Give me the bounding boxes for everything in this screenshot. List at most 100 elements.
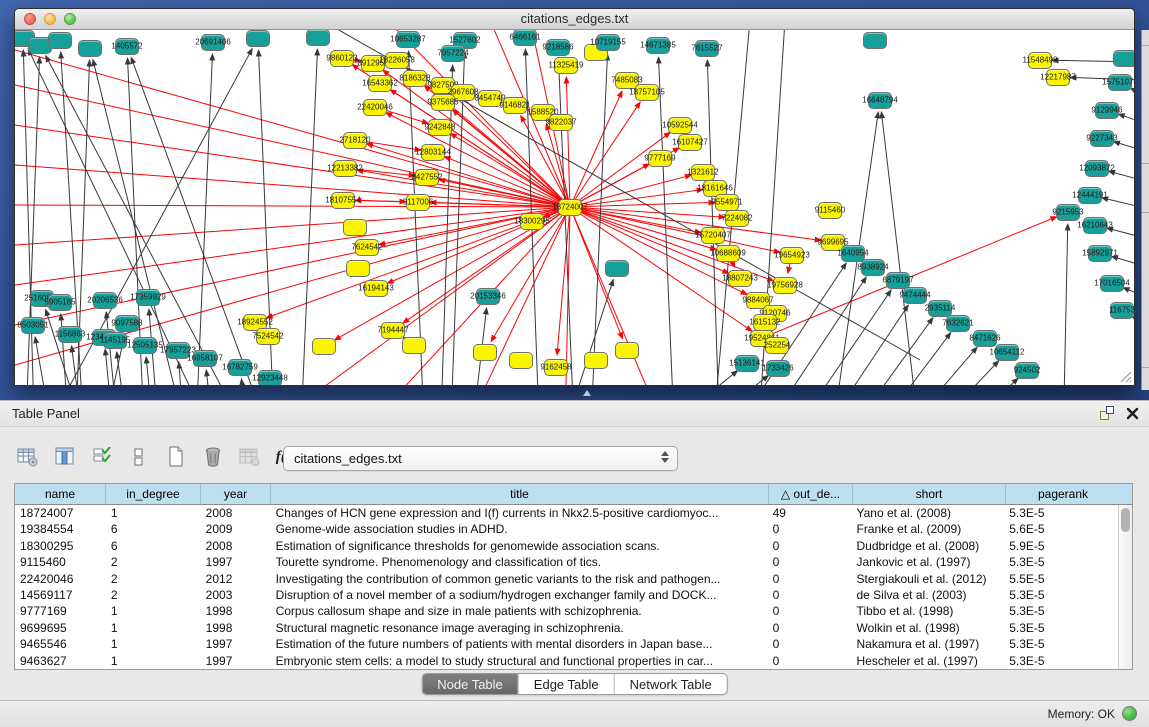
- table-cell[interactable]: 5.9E-5: [1004, 538, 1118, 554]
- network-edge[interactable]: [627, 371, 738, 385]
- network-node[interactable]: [544, 359, 568, 376]
- network-node[interactable]: [396, 31, 420, 48]
- network-node[interactable]: [1100, 275, 1124, 292]
- table-cell[interactable]: 2008: [201, 505, 271, 521]
- network-edge[interactable]: [570, 164, 649, 207]
- table-cell[interactable]: 6: [106, 521, 201, 537]
- network-edge[interactable]: [241, 379, 250, 385]
- network-edge[interactable]: [1102, 198, 1134, 207]
- table-cell[interactable]: Yano et al. (2008): [851, 505, 1004, 521]
- network-node[interactable]: [780, 247, 804, 264]
- table-cell[interactable]: 2: [106, 571, 201, 587]
- network-edge[interactable]: [1109, 171, 1134, 180]
- table-scrollbar[interactable]: [1118, 505, 1132, 669]
- table-cell[interactable]: 5.3E-5: [1004, 636, 1118, 652]
- network-node[interactable]: [333, 160, 357, 177]
- network-node[interactable]: [381, 322, 405, 339]
- table-selector-dropdown[interactable]: citations_edges.txt: [283, 446, 678, 471]
- table-cell[interactable]: 2008: [201, 538, 271, 554]
- table-cell[interactable]: 0: [768, 620, 852, 636]
- network-node[interactable]: [1088, 245, 1112, 262]
- table-cell[interactable]: Embryonic stem cells: a model to study s…: [271, 653, 768, 669]
- table-cell[interactable]: Changes of HCN gene expression and I(f) …: [271, 505, 768, 521]
- network-node[interactable]: [478, 90, 502, 107]
- network-node[interactable]: [861, 259, 885, 276]
- table-cell[interactable]: Investigating the contribution of common…: [271, 571, 768, 587]
- network-node[interactable]: [473, 344, 497, 361]
- network-node[interactable]: [364, 280, 388, 297]
- network-edge[interactable]: [570, 202, 715, 207]
- network-edge[interactable]: [15, 165, 570, 207]
- network-node[interactable]: [766, 360, 790, 377]
- network-edge[interactable]: [1112, 256, 1134, 265]
- network-edge[interactable]: [830, 318, 933, 385]
- network-edge[interactable]: [131, 57, 275, 385]
- network-node[interactable]: [256, 328, 280, 345]
- network-node[interactable]: [886, 272, 910, 289]
- network-node[interactable]: [928, 300, 952, 317]
- network-node[interactable]: [701, 227, 725, 244]
- table-cell[interactable]: 0: [768, 571, 852, 587]
- select-mode-icon[interactable]: [90, 445, 114, 469]
- column-header[interactable]: pagerank: [1006, 484, 1120, 504]
- table-cell[interactable]: 9115460: [15, 554, 106, 570]
- network-node[interactable]: [678, 134, 702, 151]
- network-node[interactable]: [133, 337, 157, 354]
- table-cell[interactable]: Structural magnetic resonance image aver…: [271, 620, 768, 636]
- table-row[interactable]: 946554611997Estimation of the future num…: [15, 636, 1118, 652]
- table-cell[interactable]: Disruption of a novel member of a sodium…: [271, 587, 768, 603]
- table-cell[interactable]: 22420046: [15, 571, 106, 587]
- table-cell[interactable]: 0: [768, 653, 852, 669]
- network-node[interactable]: [648, 150, 672, 167]
- network-node[interactable]: [193, 350, 217, 367]
- table-cell[interactable]: 49: [768, 505, 852, 521]
- network-node[interactable]: [1056, 204, 1080, 221]
- table-row[interactable]: 1456911722003Disruption of a novel membe…: [15, 587, 1118, 603]
- table-row[interactable]: 1830029562008Estimation of significance …: [15, 538, 1118, 554]
- memory-status-indicator[interactable]: [1122, 706, 1137, 721]
- network-node[interactable]: [1090, 130, 1114, 147]
- float-panel-icon[interactable]: [1100, 406, 1114, 420]
- network-node[interactable]: [58, 326, 82, 343]
- network-node[interactable]: [402, 337, 426, 354]
- table-cell[interactable]: Nakamura et al. (1997): [851, 636, 1004, 652]
- network-node[interactable]: [421, 144, 445, 161]
- network-node[interactable]: [868, 92, 892, 109]
- table-cell[interactable]: 0: [768, 521, 852, 537]
- network-node[interactable]: [476, 288, 500, 305]
- network-node[interactable]: [228, 359, 252, 376]
- network-node[interactable]: [584, 352, 608, 369]
- table-cell[interactable]: 5.3E-5: [1004, 587, 1118, 603]
- table-cell[interactable]: Stergiakouli et al. (2012): [851, 571, 1004, 587]
- table-cell[interactable]: 9699695: [15, 620, 106, 636]
- table-cell[interactable]: Jankovic et al. (1997): [851, 554, 1004, 570]
- column-header[interactable]: △ out_de...: [769, 484, 853, 504]
- network-edge[interactable]: [15, 207, 570, 285]
- import-table-icon[interactable]: [238, 445, 262, 469]
- network-node[interactable]: [115, 38, 139, 55]
- network-node[interactable]: [668, 117, 692, 134]
- network-edge[interactable]: [570, 91, 622, 207]
- column-header[interactable]: name: [15, 484, 106, 504]
- network-node[interactable]: [403, 70, 427, 87]
- network-node[interactable]: [115, 315, 139, 332]
- table-cell[interactable]: 5.6E-5: [1004, 521, 1118, 537]
- network-node[interactable]: [1028, 52, 1052, 69]
- network-node[interactable]: [549, 114, 573, 131]
- network-window-titlebar[interactable]: citations_edges.txt: [15, 9, 1134, 30]
- table-scrollbar-thumb[interactable]: [1121, 508, 1130, 532]
- network-node[interactable]: [841, 245, 865, 262]
- network-edge[interactable]: [300, 49, 317, 385]
- network-edge[interactable]: [930, 378, 1018, 385]
- window-resize-grip[interactable]: [1118, 369, 1132, 383]
- column-header[interactable]: year: [201, 484, 271, 504]
- table-cell[interactable]: Estimation of significance thresholds fo…: [271, 538, 768, 554]
- table-cell[interactable]: 5.3E-5: [1004, 603, 1118, 619]
- network-node[interactable]: [765, 337, 789, 354]
- table-cell[interactable]: 5.3E-5: [1004, 653, 1118, 669]
- network-node[interactable]: [385, 52, 409, 69]
- network-node[interactable]: [258, 370, 282, 386]
- table-cell[interactable]: 1: [106, 505, 201, 521]
- network-node[interactable]: [48, 32, 72, 49]
- close-panel-icon[interactable]: [1126, 407, 1139, 420]
